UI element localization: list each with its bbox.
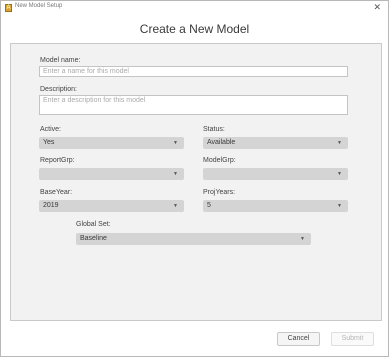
model-grp-select[interactable]: ▼ — [203, 168, 348, 180]
cancel-button[interactable]: Cancel — [277, 332, 320, 346]
app-icon: A — [5, 4, 12, 12]
status-label: Status: — [203, 126, 225, 133]
form-panel: Model name: Enter a name for this model … — [10, 43, 382, 321]
window-title: New Model Setup — [15, 3, 63, 9]
description-label: Description: — [40, 86, 77, 93]
base-year-label: BaseYear: — [40, 189, 73, 196]
proj-years-select[interactable]: 5 ▼ — [203, 200, 348, 212]
model-grp-label: ModelGrp: — [203, 157, 236, 164]
status-value: Available — [207, 139, 236, 146]
global-set-value: Baseline — [80, 235, 107, 242]
chevron-down-icon: ▼ — [173, 203, 178, 209]
description-input[interactable]: Enter a description for this model — [39, 95, 348, 115]
model-name-label: Model name: — [40, 57, 81, 64]
chevron-down-icon: ▼ — [337, 140, 342, 146]
chevron-down-icon: ▼ — [173, 140, 178, 146]
global-set-label: Global Set: — [76, 221, 111, 228]
close-icon[interactable]: ✕ — [373, 2, 381, 12]
chevron-down-icon: ▼ — [337, 171, 342, 177]
new-model-setup-window: A New Model Setup ✕ Create a New Model M… — [0, 0, 389, 357]
report-grp-select[interactable]: ▼ — [39, 168, 184, 180]
submit-button[interactable]: Submit — [331, 332, 374, 346]
active-value: Yes — [43, 139, 55, 146]
title-bar: A New Model Setup ✕ — [1, 1, 388, 15]
active-select[interactable]: Yes ▼ — [39, 137, 184, 149]
proj-years-label: ProjYears: — [203, 189, 236, 196]
active-label: Active: — [40, 126, 62, 133]
model-name-input[interactable]: Enter a name for this model — [39, 66, 348, 77]
status-select[interactable]: Available ▼ — [203, 137, 348, 149]
base-year-value: 2019 — [43, 202, 59, 209]
report-grp-label: ReportGrp: — [40, 157, 75, 164]
chevron-down-icon: ▼ — [173, 171, 178, 177]
chevron-down-icon: ▼ — [337, 203, 342, 209]
base-year-select[interactable]: 2019 ▼ — [39, 200, 184, 212]
proj-years-value: 5 — [207, 202, 211, 209]
global-set-select[interactable]: Baseline ▼ — [76, 233, 311, 245]
chevron-down-icon: ▼ — [300, 236, 305, 242]
dialog-heading: Create a New Model — [139, 22, 250, 36]
